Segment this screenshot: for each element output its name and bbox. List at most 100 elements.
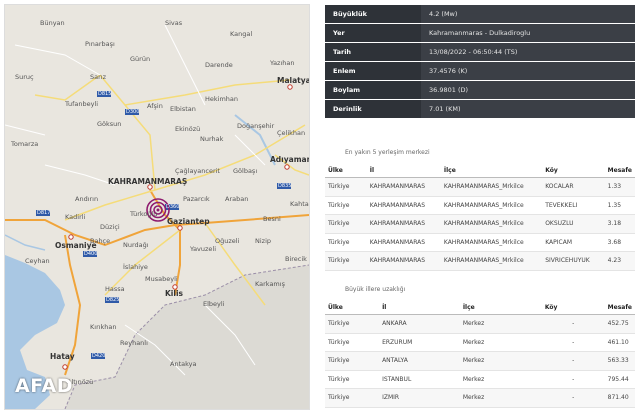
town-label: Yazıhan — [270, 59, 295, 67]
column-header: Mesafe — [604, 300, 635, 315]
town-label: Göksun — [97, 120, 122, 128]
town-label: Kadirli — [65, 213, 86, 221]
table-header-row: Ülke İl İlçe Köy Mesafe — [325, 300, 635, 315]
table-cell: IZMIR — [379, 388, 460, 408]
column-header: Ülke — [325, 163, 367, 178]
table-cell: 1.35 — [604, 196, 635, 215]
town-label: Yavuzeli — [190, 245, 217, 253]
town-label: Sarız — [90, 73, 106, 81]
city-label-hatay: Hatay — [50, 352, 75, 361]
table-cell: Türkiye — [325, 233, 367, 252]
town-label: Hassa — [105, 285, 125, 293]
table-row: Türkiye KAHRAMANMARAS KAHRAMANMARAS_Mrkilc… — [325, 251, 635, 271]
table-row: Türkiye KAHRAMANMARAS KAHRAMANMARAS_Mrkilc… — [325, 214, 635, 234]
town-label: Elbeyli — [203, 300, 225, 308]
table-cell: Türkiye — [325, 388, 380, 408]
table-cell: - — [541, 370, 605, 389]
road-label: D400 — [84, 251, 98, 257]
table-cell: Türkiye — [325, 214, 367, 234]
town-label: Pınarbaşı — [85, 40, 115, 48]
table-cell: 452.75 — [604, 314, 635, 334]
town-label: Karkamış — [255, 280, 285, 288]
town-label: Afşin — [147, 102, 163, 110]
column-header: İl — [366, 163, 441, 178]
town-label: Kahta — [290, 200, 309, 208]
town-label: Sivas — [165, 19, 183, 27]
town-label: Ekinözü — [175, 125, 201, 133]
table-cell: Merkez — [459, 314, 542, 334]
table-cell: - — [541, 333, 605, 352]
cities-section-title: Büyük illere uzaklığı — [345, 286, 406, 293]
table-cell: - — [541, 388, 605, 408]
info-row: Boylam 36.9801 (D) — [325, 80, 635, 100]
info-value: 13/08/2022 - 06:50:44 (TS) — [421, 42, 635, 62]
info-value: 7.01 (KM) — [421, 99, 635, 119]
road-label: D420 — [92, 353, 106, 359]
info-key: Yer — [325, 23, 421, 43]
table-cell: 795.44 — [604, 370, 635, 389]
table-row: Türkiye ANTALYA Merkez -563.33 — [325, 351, 635, 371]
town-label: Kangal — [230, 30, 253, 38]
info-value: Kahramanmaras - Dulkadiroglu — [421, 23, 635, 43]
table-cell: 461.10 — [604, 333, 635, 352]
table-cell: Türkiye — [325, 177, 367, 197]
table-cell: Türkiye — [325, 370, 380, 389]
road-label: D835 — [278, 183, 292, 189]
table-cell: KAHRAMANMARAS — [366, 196, 441, 215]
road-label: D300 — [126, 109, 140, 115]
table-cell: KAHRAMANMARAS — [366, 214, 441, 234]
table-cell: 4.23 — [604, 251, 635, 271]
table-cell: - — [541, 314, 605, 334]
afad-logo: AFAD — [15, 375, 73, 397]
town-label: Araban — [225, 195, 249, 203]
town-label: Kırıkhan — [90, 323, 117, 331]
table-cell: KAHRAMANMARAS — [366, 233, 441, 252]
town-label: Doğanşehir — [237, 122, 275, 130]
city-label-malatya: Malatya — [277, 76, 310, 85]
road-label: D817 — [37, 210, 51, 216]
city-label-kilis: Kilis — [165, 289, 183, 298]
town-label: Nurdağı — [123, 241, 149, 249]
info-value: 36.9801 (D) — [421, 80, 635, 100]
table-cell: 1.33 — [604, 177, 635, 197]
town-label: Nizip — [255, 237, 272, 245]
table-row: Türkiye ANKARA Merkez -452.75 — [325, 314, 635, 334]
table-cell: 563.33 — [604, 351, 635, 371]
table-cell: 871.40 — [604, 388, 635, 408]
town-label: Reyhanlı — [120, 339, 148, 347]
town-label: Besni — [263, 215, 281, 223]
town-label: Darende — [205, 61, 233, 69]
table-row: Türkiye KAHRAMANMARAS KAHRAMANMARAS_Mrkilc… — [325, 177, 635, 197]
table-cell: KAHRAMANMARAS_Mrkilce — [440, 251, 543, 271]
town-label: Bünyan — [40, 19, 65, 27]
table-cell: KAPICAM — [542, 233, 605, 252]
column-header: İlçe — [459, 300, 542, 315]
town-label: Suruç — [15, 73, 34, 81]
town-label: Pazarcık — [183, 195, 210, 203]
table-cell: Türkiye — [325, 196, 367, 215]
column-header: İl — [379, 300, 460, 315]
town-label: Çağlayancerit — [175, 167, 220, 175]
road-label: D360 — [166, 204, 180, 210]
table-cell: Türkiye — [325, 314, 380, 334]
town-label: Bahçe — [90, 237, 111, 245]
city-label-gaziantep: Gaziantep — [167, 217, 210, 226]
city-label-adiyaman: Adıyaman — [270, 155, 310, 164]
table-cell: 3.18 — [604, 214, 635, 234]
info-row: Yer Kahramanmaras - Dulkadiroglu — [325, 23, 635, 43]
table-cell: Merkez — [459, 333, 542, 352]
table-row: Türkiye KAHRAMANMARAS KAHRAMANMARAS_Mrkilc… — [325, 233, 635, 252]
road-label: D825 — [106, 297, 120, 303]
town-label: Nurhak — [200, 135, 224, 143]
info-row: Büyüklük 4.2 (Mw) — [325, 5, 635, 24]
table-row: Türkiye IZMIR Merkez -871.40 — [325, 388, 635, 408]
table-cell: TEVEKKELI — [542, 196, 605, 215]
table-cell: ANKARA — [379, 314, 460, 334]
earthquake-map[interactable]: KAHRAMANMARAŞ Gaziantep Osmaniye Adıyama… — [4, 4, 310, 410]
table-cell: SIVRICEHUYUK — [542, 251, 605, 271]
town-label: Düziçi — [100, 223, 120, 231]
column-header: Ülke — [325, 300, 380, 315]
town-label: İslahiye — [123, 263, 148, 271]
town-label: Tufanbeyli — [65, 100, 99, 108]
table-cell: ANTALYA — [379, 351, 460, 371]
